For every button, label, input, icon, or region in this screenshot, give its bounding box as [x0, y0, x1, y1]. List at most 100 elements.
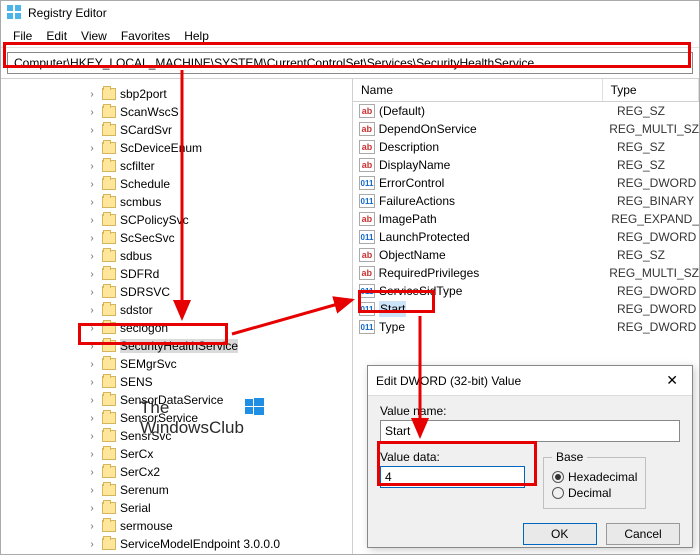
- chevron-right-icon[interactable]: ›: [86, 233, 98, 244]
- folder-icon: [102, 358, 116, 370]
- chevron-right-icon[interactable]: ›: [86, 251, 98, 262]
- chevron-right-icon[interactable]: ›: [86, 89, 98, 100]
- tree-item[interactable]: ›ScanWscS: [1, 103, 352, 121]
- chevron-right-icon[interactable]: ›: [86, 107, 98, 118]
- folder-icon: [102, 340, 116, 352]
- value-row[interactable]: abObjectNameREG_SZ: [353, 246, 699, 264]
- tree-item[interactable]: ›Serenum: [1, 481, 352, 499]
- binary-value-icon: 011: [359, 284, 375, 298]
- value-row[interactable]: abDependOnServiceREG_MULTI_SZ: [353, 120, 699, 138]
- chevron-right-icon[interactable]: ›: [86, 359, 98, 370]
- tree-item[interactable]: › Serial: [1, 499, 352, 517]
- value-name: LaunchProtected: [379, 230, 617, 244]
- cancel-button[interactable]: Cancel: [606, 523, 680, 545]
- chevron-right-icon[interactable]: ›: [86, 323, 98, 334]
- ok-button[interactable]: OK: [523, 523, 597, 545]
- tree-item[interactable]: › SENS: [1, 373, 352, 391]
- value-type: REG_DWORD: [617, 230, 696, 244]
- value-name-input[interactable]: [380, 420, 680, 442]
- tree-item[interactable]: ›ScDeviceEnum: [1, 139, 352, 157]
- value-row[interactable]: 011TypeREG_DWORD: [353, 318, 699, 336]
- chevron-right-icon[interactable]: ›: [86, 467, 98, 478]
- tree-item-label: ServiceModelEndpoint 3.0.0.0: [120, 537, 280, 551]
- tree-item[interactable]: ›SecurityHealthService: [1, 337, 352, 355]
- value-type: REG_BINARY: [617, 194, 694, 208]
- folder-icon: [102, 466, 116, 478]
- chevron-right-icon[interactable]: ›: [86, 125, 98, 136]
- chevron-right-icon[interactable]: ›: [86, 143, 98, 154]
- chevron-right-icon[interactable]: ›: [86, 449, 98, 460]
- chevron-right-icon[interactable]: ›: [86, 413, 98, 424]
- chevron-right-icon[interactable]: ›: [86, 431, 98, 442]
- tree-item[interactable]: ›SerCx2: [1, 463, 352, 481]
- chevron-right-icon[interactable]: ›: [86, 269, 98, 280]
- binary-value-icon: 011: [359, 302, 375, 316]
- value-row[interactable]: ab(Default)REG_SZ: [353, 102, 699, 120]
- radio-decimal[interactable]: Decimal: [552, 486, 637, 500]
- chevron-right-icon[interactable]: ›: [86, 485, 98, 496]
- value-type: REG_SZ: [617, 140, 665, 154]
- chevron-right-icon[interactable]: ›: [86, 305, 98, 316]
- tree-item-label: scmbus: [120, 195, 161, 209]
- value-row[interactable]: abDisplayNameREG_SZ: [353, 156, 699, 174]
- value-row[interactable]: 011StartREG_DWORD: [353, 300, 699, 318]
- tree-item-label: Serial: [120, 501, 151, 515]
- tree-item[interactable]: › scmbus: [1, 193, 352, 211]
- tree-item[interactable]: ›Schedule: [1, 175, 352, 193]
- value-name: ImagePath: [379, 212, 612, 226]
- tree-item[interactable]: ›sbp2port: [1, 85, 352, 103]
- chevron-right-icon[interactable]: ›: [86, 197, 98, 208]
- value-data-input[interactable]: [380, 466, 525, 488]
- close-icon[interactable]: ✕: [660, 372, 684, 389]
- col-header-type[interactable]: Type: [603, 79, 699, 101]
- chevron-right-icon[interactable]: ›: [86, 539, 98, 550]
- chevron-right-icon[interactable]: ›: [86, 287, 98, 298]
- value-row[interactable]: 011LaunchProtectedREG_DWORD: [353, 228, 699, 246]
- radio-hexadecimal[interactable]: Hexadecimal: [552, 470, 637, 484]
- chevron-right-icon[interactable]: ›: [86, 161, 98, 172]
- tree-item[interactable]: ›SerCx: [1, 445, 352, 463]
- tree-item[interactable]: ›sdstor: [1, 301, 352, 319]
- tree-item[interactable]: ›SCardSvr: [1, 121, 352, 139]
- folder-icon: [102, 430, 116, 442]
- tree-item[interactable]: ›ServiceModelOperation 3.0.0.0: [1, 553, 352, 554]
- folder-icon: [102, 538, 116, 550]
- value-name: Type: [379, 320, 617, 334]
- tree-item[interactable]: ›seclogon: [1, 319, 352, 337]
- chevron-right-icon[interactable]: ›: [86, 179, 98, 190]
- tree-item[interactable]: ›scfilter: [1, 157, 352, 175]
- menu-view[interactable]: View: [75, 27, 113, 45]
- menu-edit[interactable]: Edit: [40, 27, 73, 45]
- tree-item[interactable]: ›sdbus: [1, 247, 352, 265]
- tree-item[interactable]: ›SDFRd: [1, 265, 352, 283]
- chevron-right-icon[interactable]: ›: [86, 377, 98, 388]
- folder-icon: [102, 412, 116, 424]
- menu-favorites[interactable]: Favorites: [115, 27, 176, 45]
- menu-file[interactable]: File: [7, 27, 38, 45]
- value-row[interactable]: 011FailureActionsREG_BINARY: [353, 192, 699, 210]
- address-bar[interactable]: [7, 52, 693, 74]
- tree-item[interactable]: ›SEMgrSvc: [1, 355, 352, 373]
- value-row[interactable]: abDescriptionREG_SZ: [353, 138, 699, 156]
- tree-item-label: SENS: [120, 375, 153, 389]
- value-row[interactable]: 011ServiceSidTypeREG_DWORD: [353, 282, 699, 300]
- chevron-right-icon[interactable]: ›: [86, 503, 98, 514]
- col-header-name[interactable]: Name: [353, 79, 603, 101]
- menu-help[interactable]: Help: [178, 27, 215, 45]
- chevron-right-icon[interactable]: ›: [86, 341, 98, 352]
- value-row[interactable]: abRequiredPrivilegesREG_MULTI_SZ: [353, 264, 699, 282]
- tree-item[interactable]: ›SDRSVC: [1, 283, 352, 301]
- tree-item[interactable]: › ServiceModelEndpoint 3.0.0.0: [1, 535, 352, 553]
- tree-pane[interactable]: ›sbp2port›ScanWscS›SCardSvr›ScDeviceEnum…: [1, 79, 353, 554]
- chevron-right-icon[interactable]: ›: [86, 395, 98, 406]
- windows-logo-icon: [245, 397, 265, 417]
- tree-item[interactable]: › ScSecSvc: [1, 229, 352, 247]
- value-row[interactable]: abImagePathREG_EXPAND_: [353, 210, 699, 228]
- tree-item[interactable]: ›sermouse: [1, 517, 352, 535]
- chevron-right-icon[interactable]: ›: [86, 521, 98, 532]
- chevron-right-icon[interactable]: ›: [86, 215, 98, 226]
- tree-item-label: ScSecSvc: [120, 231, 175, 245]
- value-row[interactable]: 011ErrorControlREG_DWORD: [353, 174, 699, 192]
- tree-item[interactable]: ›SCPolicySvc: [1, 211, 352, 229]
- string-value-icon: ab: [359, 140, 375, 154]
